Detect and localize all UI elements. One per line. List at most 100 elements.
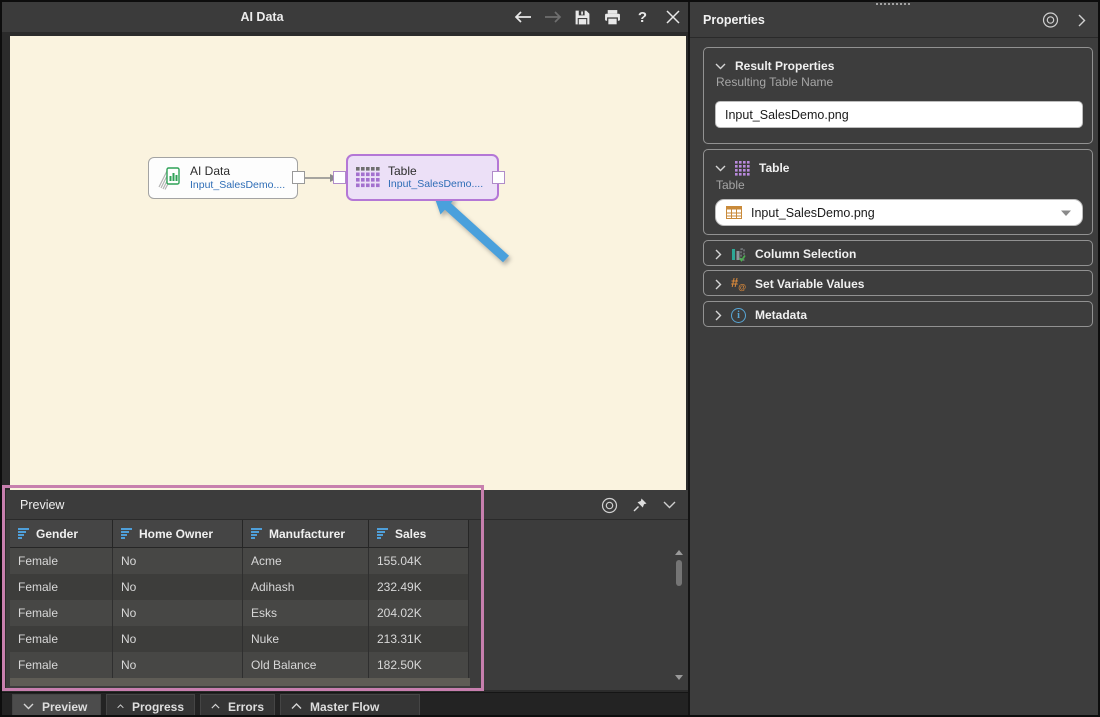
tab-label: Errors — [228, 700, 264, 714]
properties-panel: Properties Result Properties Resulting T… — [688, 2, 1100, 717]
bottom-tabbar: Preview Progress Errors Master Flow — [2, 692, 688, 717]
chevron-right-icon — [715, 310, 722, 321]
tab-master-flow[interactable]: Master Flow — [280, 694, 420, 717]
collapse-panel-icon[interactable] — [1073, 12, 1090, 29]
table-cell[interactable]: Female — [10, 652, 113, 678]
table-cell[interactable]: 182.50K — [369, 652, 469, 678]
tab-progress[interactable]: Progress — [106, 694, 195, 717]
info-icon: i — [731, 308, 746, 323]
tab-errors[interactable]: Errors — [200, 694, 275, 717]
section-title: Result Properties — [735, 59, 834, 73]
section-title: Table — [759, 161, 789, 175]
chevron-down-icon — [715, 63, 726, 70]
table-cell[interactable]: Female — [10, 626, 113, 652]
section-title: Set Variable Values — [755, 277, 864, 291]
column-header-home-owner[interactable]: Home Owner — [113, 520, 243, 548]
flow-canvas[interactable] — [10, 36, 686, 490]
preview-header: Preview — [6, 490, 688, 520]
section-table: Table Table Input_SalesDemo.png — [703, 149, 1093, 235]
input-port[interactable] — [333, 171, 346, 184]
watch-icon[interactable] — [601, 497, 618, 514]
pin-icon[interactable] — [631, 497, 648, 514]
ai-data-node-icon — [157, 165, 183, 191]
table-cell[interactable]: Adihash — [243, 574, 369, 600]
section-column-selection[interactable]: Column Selection — [703, 240, 1093, 266]
field-label: Table — [716, 178, 745, 192]
titlebar-actions: ? — [513, 2, 682, 32]
close-icon[interactable] — [663, 8, 682, 27]
tab-label: Preview — [42, 700, 87, 714]
section-title: Column Selection — [755, 247, 856, 261]
dialog-title: AI Data — [2, 2, 522, 32]
properties-title: Properties — [703, 2, 765, 38]
table-select-dropdown[interactable]: Input_SalesDemo.png — [715, 199, 1083, 226]
table-cell[interactable]: 204.02K — [369, 600, 469, 626]
scroll-thumb[interactable] — [676, 560, 682, 586]
tab-label: Master Flow — [310, 700, 379, 714]
resulting-table-name-input[interactable] — [715, 101, 1083, 128]
section-header-table[interactable]: Table — [704, 155, 1092, 181]
section-title: Metadata — [755, 308, 807, 322]
section-set-variable-values[interactable]: #@ Set Variable Values — [703, 270, 1093, 296]
app-window: AI Data ? — [0, 0, 1100, 717]
table-cell[interactable]: Acme — [243, 548, 369, 574]
chevron-right-icon — [715, 279, 722, 290]
table-cell[interactable]: 232.49K — [369, 574, 469, 600]
variable-hash-icon: #@ — [731, 276, 746, 292]
flow-editor-pane: AI Data ? — [2, 2, 688, 715]
column-header-gender[interactable]: Gender — [10, 520, 113, 548]
scroll-up-arrow[interactable] — [675, 550, 683, 555]
preview-vertical-scrollbar[interactable] — [674, 548, 684, 680]
section-metadata[interactable]: i Metadata — [703, 301, 1093, 327]
table-cell[interactable]: No — [113, 626, 243, 652]
scroll-down-arrow[interactable] — [675, 675, 683, 680]
collapse-panel-icon[interactable] — [661, 497, 678, 514]
node-subtitle: Input_SalesDemo.... — [388, 178, 483, 190]
table-node-icon — [356, 167, 381, 188]
back-icon[interactable] — [513, 8, 532, 27]
column-header-label: Home Owner — [139, 527, 213, 541]
partial-row — [10, 678, 470, 686]
print-icon[interactable] — [603, 8, 622, 27]
table-cell[interactable]: Nuke — [243, 626, 369, 652]
chevron-down-icon — [715, 165, 726, 172]
output-port[interactable] — [492, 171, 505, 184]
node-subtitle: Input_SalesDemo.... — [190, 179, 285, 191]
preview-panel-title: Preview — [20, 490, 64, 520]
column-header-label: Sales — [395, 527, 426, 541]
chevron-right-icon — [715, 249, 722, 260]
watch-icon[interactable] — [1042, 12, 1059, 29]
table-cell[interactable]: Old Balance — [243, 652, 369, 678]
table-cell[interactable]: No — [113, 600, 243, 626]
save-icon[interactable] — [573, 8, 592, 27]
dialog-titlebar: AI Data ? — [2, 2, 688, 32]
help-icon[interactable]: ? — [633, 8, 652, 27]
table-file-icon — [726, 206, 742, 219]
tab-preview[interactable]: Preview — [12, 694, 101, 717]
column-type-icon — [18, 528, 30, 539]
column-header-sales[interactable]: Sales — [369, 520, 469, 548]
properties-header: Properties — [690, 2, 1100, 38]
table-cell[interactable]: No — [113, 652, 243, 678]
table-cell[interactable]: No — [113, 574, 243, 600]
table-cell[interactable]: Female — [10, 548, 113, 574]
chevron-up-icon — [291, 703, 302, 710]
table-cell[interactable]: 213.31K — [369, 626, 469, 652]
table-cell[interactable]: Female — [10, 600, 113, 626]
table-cell[interactable]: 155.04K — [369, 548, 469, 574]
table-cell[interactable]: Female — [10, 574, 113, 600]
dropdown-value: Input_SalesDemo.png — [751, 206, 1051, 220]
table-grid-icon — [735, 161, 750, 176]
node-table[interactable]: Table Input_SalesDemo.... — [346, 154, 499, 201]
chevron-up-icon — [211, 703, 220, 710]
table-cell[interactable]: No — [113, 548, 243, 574]
column-header-label: Manufacturer — [269, 527, 345, 541]
column-header-manufacturer[interactable]: Manufacturer — [243, 520, 369, 548]
forward-icon[interactable] — [543, 8, 562, 27]
table-cell[interactable]: Esks — [243, 600, 369, 626]
output-port[interactable] — [292, 171, 305, 184]
node-ai-data[interactable]: AI Data Input_SalesDemo.... — [148, 157, 298, 199]
section-result-properties: Result Properties Resulting Table Name — [703, 47, 1093, 144]
tab-label: Progress — [132, 700, 184, 714]
node-title: Table — [388, 165, 483, 179]
